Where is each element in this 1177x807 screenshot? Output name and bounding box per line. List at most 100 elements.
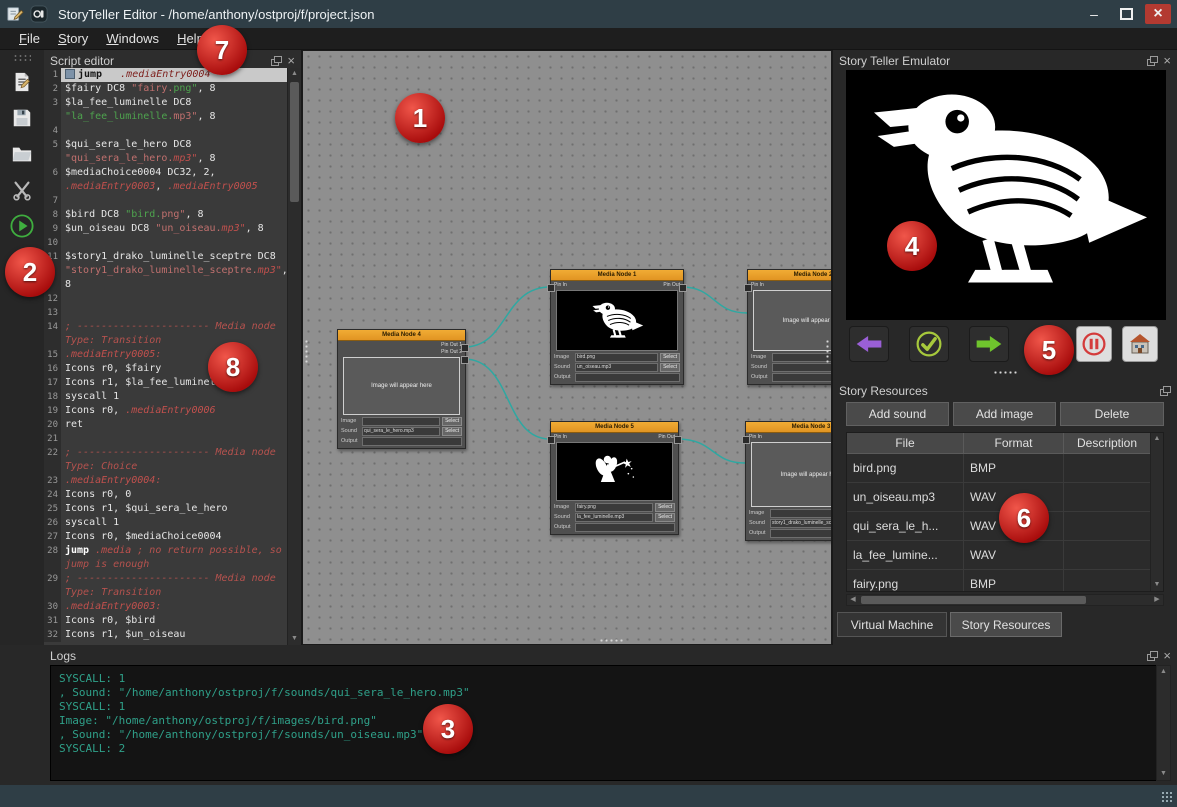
code-row[interactable]: .mediaEntry0003, .mediaEntry0005 — [44, 180, 288, 194]
code-row[interactable]: 24Icons r0, 0 — [44, 488, 288, 502]
code-row[interactable]: 31Icons r0, $bird — [44, 614, 288, 628]
code-row[interactable]: 28jump .media ; no return possible, so a — [44, 544, 288, 558]
emulator-pause-button[interactable] — [1076, 326, 1112, 362]
code-row[interactable]: "la_fee_luminelle.mp3", 8 — [44, 110, 288, 124]
scroll-left-icon[interactable]: ◀ — [847, 595, 859, 605]
code-row[interactable]: 14; ---------------------- Media node — [44, 320, 288, 334]
column-file[interactable]: File — [847, 433, 964, 453]
select-button[interactable]: Select — [660, 353, 680, 362]
node-field-value[interactable]: story1_drako_luminelle_sceptre.mp3 — [770, 519, 832, 528]
undock-panel-icon[interactable] — [271, 56, 282, 66]
code-row[interactable]: Type: Choice — [44, 460, 288, 474]
code-row[interactable]: "story1_drako_luminelle_sceptre.mp3", — [44, 264, 288, 278]
table-vscrollbar[interactable]: ▲ ▼ — [1150, 433, 1163, 591]
script-scrollbar[interactable]: ▲ ▼ — [287, 68, 301, 645]
add-image-button[interactable]: Add image — [953, 402, 1056, 426]
undock-panel-icon[interactable] — [1147, 56, 1158, 66]
code-row[interactable]: 19Icons r0, .mediaEntry0006 — [44, 404, 288, 418]
scroll-thumb[interactable] — [861, 596, 1086, 604]
splitter-handle-right[interactable] — [825, 339, 830, 363]
maximize-button[interactable] — [1113, 4, 1139, 24]
code-row[interactable]: Type: Transition — [44, 586, 288, 600]
scroll-up-icon[interactable]: ▲ — [1151, 433, 1163, 445]
code-row[interactable]: 20ret — [44, 418, 288, 432]
output-port[interactable] — [679, 284, 687, 292]
table-row[interactable]: la_fee_lumine...WAV — [847, 541, 1163, 570]
code-row[interactable]: 26syscall 1 — [44, 516, 288, 530]
node-title[interactable]: Media Node 3 — [746, 422, 832, 433]
open-project-button[interactable] — [7, 139, 37, 169]
code-row[interactable]: 5$qui_sera_le_hero DC8 — [44, 138, 288, 152]
node-field-value[interactable] — [772, 353, 832, 362]
table-hscrollbar[interactable]: ◀ ▶ — [846, 594, 1164, 606]
node-field-value[interactable]: un_oiseau.mp3 — [575, 363, 658, 372]
code-row[interactable]: 25Icons r1, $qui_sera_le_hero — [44, 502, 288, 516]
media-node[interactable]: Media Node 3Pin InImage will appear here… — [745, 421, 832, 541]
input-port[interactable] — [547, 284, 555, 292]
close-button[interactable]: × — [1145, 4, 1171, 24]
emulator-back-button[interactable] — [849, 326, 889, 362]
media-node[interactable]: Media Node 1Pin InPin Out Imagebird.pngS… — [550, 269, 684, 385]
table-row[interactable]: fairy.pngBMP — [847, 570, 1163, 592]
node-field-value[interactable] — [772, 373, 832, 382]
code-row[interactable]: 27Icons r0, $mediaChoice0004 — [44, 530, 288, 544]
close-panel-icon[interactable]: × — [1163, 651, 1171, 661]
node-canvas[interactable]: Media Node 4Pin Out 1Pin Out 2Image will… — [302, 50, 832, 645]
node-field-value[interactable]: fairy.png — [575, 503, 653, 512]
scroll-down-icon[interactable]: ▼ — [288, 633, 301, 645]
close-panel-icon[interactable]: × — [287, 56, 295, 66]
code-row[interactable]: 10 — [44, 236, 288, 250]
toolbar-drag-handle[interactable] — [13, 54, 31, 61]
code-row[interactable]: 11$story1_drako_luminelle_sceptre DC8 — [44, 250, 288, 264]
save-button[interactable] — [7, 103, 37, 133]
node-field-value[interactable] — [772, 363, 832, 372]
scroll-up-icon[interactable]: ▲ — [288, 68, 301, 80]
code-row[interactable]: 4 — [44, 124, 288, 138]
tab-story-resources[interactable]: Story Resources — [950, 612, 1062, 637]
node-title[interactable]: Media Node 4 — [338, 330, 465, 341]
code-row[interactable]: 13 — [44, 306, 288, 320]
code-row[interactable]: Type: Transition — [44, 334, 288, 348]
code-row[interactable]: 3$la_fee_luminelle DC8 — [44, 96, 288, 110]
code-row[interactable]: 9$un_oiseau DC8 "un_oiseau.mp3", 8 — [44, 222, 288, 236]
output-port[interactable] — [461, 344, 469, 352]
node-field-value[interactable]: bird.png — [575, 353, 658, 362]
tab-virtual-machine[interactable]: Virtual Machine — [837, 612, 947, 637]
code-row[interactable]: 7 — [44, 194, 288, 208]
code-row[interactable]: 18syscall 1 — [44, 390, 288, 404]
scroll-down-icon[interactable]: ▼ — [1157, 768, 1170, 780]
media-node[interactable]: Media Node 4Pin Out 1Pin Out 2Image will… — [337, 329, 466, 449]
code-row[interactable]: 23.mediaEntry0004: — [44, 474, 288, 488]
code-row[interactable]: 12 — [44, 292, 288, 306]
code-row[interactable]: "qui_sera_le_hero.mp3", 8 — [44, 152, 288, 166]
resize-grip[interactable] — [1161, 791, 1173, 803]
node-field-value[interactable] — [575, 373, 680, 382]
menu-story[interactable]: Story — [49, 29, 97, 48]
close-panel-icon[interactable]: × — [1163, 56, 1171, 66]
select-button[interactable]: Select — [655, 503, 675, 512]
code-row[interactable]: 6$mediaChoice0004 DC32, 2, — [44, 166, 288, 180]
scroll-down-icon[interactable]: ▼ — [1151, 579, 1163, 591]
delete-resource-button[interactable]: Delete — [1060, 402, 1164, 426]
media-node[interactable]: Media Node 2Pin InImage will appear here… — [747, 269, 832, 385]
column-format[interactable]: Format — [964, 433, 1064, 453]
input-port[interactable] — [742, 436, 750, 444]
output-port[interactable] — [674, 436, 682, 444]
node-field-value[interactable]: la_fee_luminelle.mp3 — [575, 513, 653, 522]
run-story-button[interactable] — [7, 211, 37, 241]
output-port[interactable] — [461, 356, 469, 364]
logs-scrollbar[interactable]: ▲ ▼ — [1156, 665, 1171, 781]
undock-panel-icon[interactable] — [1160, 386, 1171, 396]
select-button[interactable]: Select — [660, 363, 680, 372]
select-button[interactable]: Select — [442, 427, 462, 436]
script-editor-toggle-button[interactable] — [7, 67, 37, 97]
emulator-home-button[interactable] — [1122, 326, 1158, 362]
menu-file[interactable]: File — [10, 29, 49, 48]
code-row[interactable]: 22; ---------------------- Media node — [44, 446, 288, 460]
code-row[interactable]: 29; ---------------------- Media node — [44, 572, 288, 586]
column-description[interactable]: Description — [1064, 433, 1151, 453]
input-port[interactable] — [744, 284, 752, 292]
menu-windows[interactable]: Windows — [97, 29, 168, 48]
undock-panel-icon[interactable] — [1147, 651, 1158, 661]
input-port[interactable] — [547, 436, 555, 444]
